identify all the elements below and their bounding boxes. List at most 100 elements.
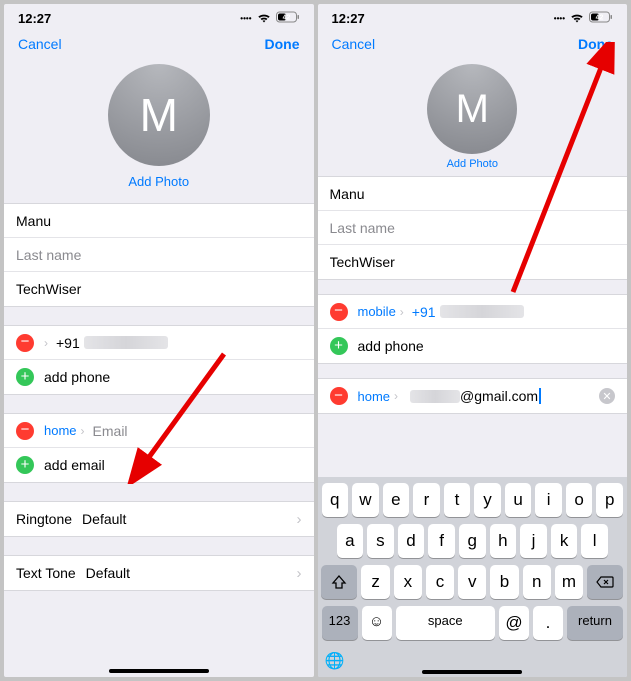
first-name-input[interactable] — [330, 186, 616, 202]
remove-email-icon[interactable]: − — [16, 422, 34, 440]
key-e[interactable]: e — [383, 483, 410, 517]
remove-email-icon[interactable]: − — [330, 387, 348, 405]
add-phone-label: add phone — [358, 338, 424, 354]
key-r[interactable]: r — [413, 483, 440, 517]
phone-section: − mobile › +91 + add phone — [318, 294, 628, 364]
key-c[interactable]: c — [426, 565, 454, 599]
cellular-icon: •••• — [554, 14, 565, 23]
add-email-icon[interactable]: + — [16, 456, 34, 474]
first-name-input[interactable] — [16, 213, 302, 229]
key-v[interactable]: v — [458, 565, 486, 599]
add-photo-button[interactable]: Add Photo — [447, 158, 498, 170]
email-row[interactable]: − home › — [4, 414, 314, 448]
last-name-row[interactable] — [318, 211, 628, 245]
key-dot[interactable]: . — [533, 606, 563, 640]
email-row[interactable]: − home › @gmail.com ✕ — [318, 379, 628, 413]
done-button[interactable]: Done — [265, 36, 300, 52]
key-y[interactable]: y — [474, 483, 501, 517]
add-phone-icon[interactable]: + — [330, 337, 348, 355]
add-phone-row[interactable]: + add phone — [318, 329, 628, 363]
key-emoji[interactable]: ☺ — [362, 606, 392, 640]
company-row[interactable] — [4, 272, 314, 306]
key-backspace[interactable] — [587, 565, 623, 599]
key-d[interactable]: d — [398, 524, 425, 558]
key-numbers[interactable]: 123 — [322, 606, 358, 640]
clear-text-icon[interactable]: ✕ — [599, 388, 615, 404]
key-l[interactable]: l — [581, 524, 608, 558]
last-name-input[interactable] — [16, 247, 302, 263]
phone-right: 12:27 •••• 42 Cancel Done M Add Photo − … — [318, 4, 628, 677]
key-shift[interactable] — [321, 565, 357, 599]
phone-row[interactable]: − › +91 — [4, 326, 314, 360]
key-u[interactable]: u — [505, 483, 532, 517]
battery-icon: 42 — [276, 11, 300, 26]
last-name-input[interactable] — [330, 220, 616, 236]
key-return[interactable]: return — [567, 606, 623, 640]
key-f[interactable]: f — [428, 524, 455, 558]
globe-icon[interactable]: 🌐 — [325, 651, 345, 671]
key-o[interactable]: o — [566, 483, 593, 517]
key-z[interactable]: z — [361, 565, 389, 599]
key-p[interactable]: p — [596, 483, 623, 517]
email-label-button[interactable]: home — [358, 389, 391, 404]
cancel-button[interactable]: Cancel — [18, 36, 62, 52]
add-photo-button[interactable]: Add Photo — [128, 174, 189, 189]
key-j[interactable]: j — [520, 524, 547, 558]
key-s[interactable]: s — [367, 524, 394, 558]
text-caret — [539, 388, 541, 404]
company-input[interactable] — [16, 281, 302, 297]
key-b[interactable]: b — [490, 565, 518, 599]
key-g[interactable]: g — [459, 524, 486, 558]
company-row[interactable] — [318, 245, 628, 279]
phone-prefix: +91 — [412, 304, 436, 320]
first-name-row[interactable] — [318, 177, 628, 211]
keyboard-row-3: z x c v b n m — [321, 565, 625, 599]
key-at[interactable]: @ — [499, 606, 529, 640]
first-name-row[interactable] — [4, 204, 314, 238]
avatar[interactable]: M — [108, 64, 210, 166]
key-x[interactable]: x — [394, 565, 422, 599]
key-k[interactable]: k — [551, 524, 578, 558]
remove-phone-icon[interactable]: − — [16, 334, 34, 352]
text-tone-value: Default — [86, 565, 130, 581]
text-tone-row[interactable]: Text Tone Default › — [4, 556, 314, 590]
chevron-right-icon: › — [394, 389, 398, 403]
phone-number-redacted — [440, 305, 524, 318]
status-bar: 12:27 •••• 42 — [4, 4, 314, 28]
key-space[interactable]: space — [396, 606, 496, 640]
chevron-right-icon: › — [81, 424, 85, 438]
email-label-button[interactable]: home — [44, 423, 77, 438]
add-phone-row[interactable]: + add phone — [4, 360, 314, 394]
ringtone-section: Ringtone Default › — [4, 501, 314, 537]
key-a[interactable]: a — [337, 524, 364, 558]
ringtone-row[interactable]: Ringtone Default › — [4, 502, 314, 536]
email-user-redacted — [410, 390, 460, 403]
key-t[interactable]: t — [444, 483, 471, 517]
key-q[interactable]: q — [322, 483, 349, 517]
key-m[interactable]: m — [555, 565, 583, 599]
status-time: 12:27 — [18, 11, 51, 26]
remove-phone-icon[interactable]: − — [330, 303, 348, 321]
name-section — [4, 203, 314, 307]
avatar-letter: M — [140, 88, 178, 142]
phone-row[interactable]: − mobile › +91 — [318, 295, 628, 329]
email-input[interactable] — [93, 423, 302, 439]
last-name-row[interactable] — [4, 238, 314, 272]
keyboard: q w e r t y u i o p a s d f g h j k l z … — [318, 477, 628, 677]
home-indicator — [109, 669, 209, 673]
key-h[interactable]: h — [490, 524, 517, 558]
cancel-button[interactable]: Cancel — [332, 36, 376, 52]
add-email-label: add email — [44, 457, 105, 473]
phone-section: − › +91 + add phone — [4, 325, 314, 395]
phone-label-button[interactable]: mobile — [358, 304, 396, 319]
status-bar: 12:27 •••• 42 — [318, 4, 628, 28]
key-i[interactable]: i — [535, 483, 562, 517]
key-w[interactable]: w — [352, 483, 379, 517]
add-email-row[interactable]: + add email — [4, 448, 314, 482]
add-phone-icon[interactable]: + — [16, 368, 34, 386]
key-n[interactable]: n — [523, 565, 551, 599]
phone-left: 12:27 •••• 42 Cancel Done M Add Photo − … — [4, 4, 314, 677]
done-button[interactable]: Done — [578, 36, 613, 52]
avatar[interactable]: M — [427, 64, 517, 154]
company-input[interactable] — [330, 254, 616, 270]
